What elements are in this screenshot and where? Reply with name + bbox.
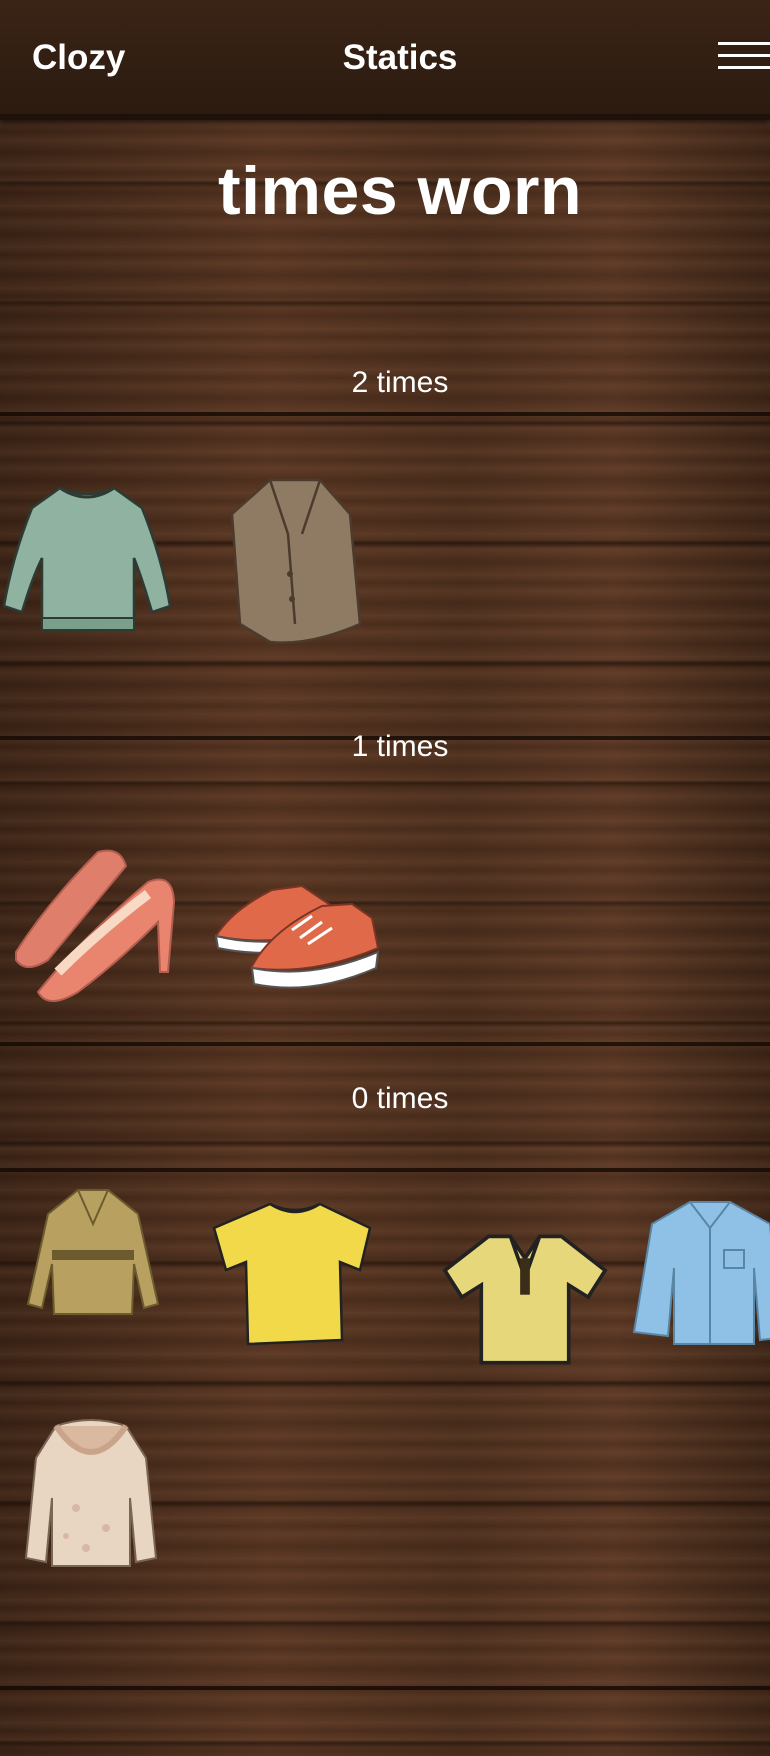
group-label-2-times: 2 times xyxy=(351,366,449,399)
sneakers-icon[interactable] xyxy=(212,856,382,1036)
wood-plank-line xyxy=(0,1042,770,1046)
nav-title: Statics xyxy=(342,38,458,77)
trench-coat-icon[interactable] xyxy=(8,1184,178,1364)
sweater-icon[interactable] xyxy=(2,478,172,658)
hamburger-menu-icon[interactable] xyxy=(718,42,770,74)
fur-hood-jacket-icon[interactable] xyxy=(6,1418,176,1598)
polo-shirt-icon[interactable] xyxy=(440,1212,610,1392)
coat-icon[interactable] xyxy=(210,474,380,654)
page-title: times worn xyxy=(218,153,582,229)
wood-plank-line xyxy=(0,1686,770,1690)
wood-plank-line xyxy=(0,1168,770,1172)
denim-shirt-icon[interactable] xyxy=(630,1198,770,1378)
group-label-1-times: 1 times xyxy=(351,730,449,763)
app-header: Clozy Statics xyxy=(0,0,770,120)
wood-plank-line xyxy=(0,412,770,416)
high-heels-icon[interactable] xyxy=(8,842,178,1022)
group-label-0-times: 0 times xyxy=(351,1082,449,1115)
tshirt-icon[interactable] xyxy=(210,1198,380,1378)
